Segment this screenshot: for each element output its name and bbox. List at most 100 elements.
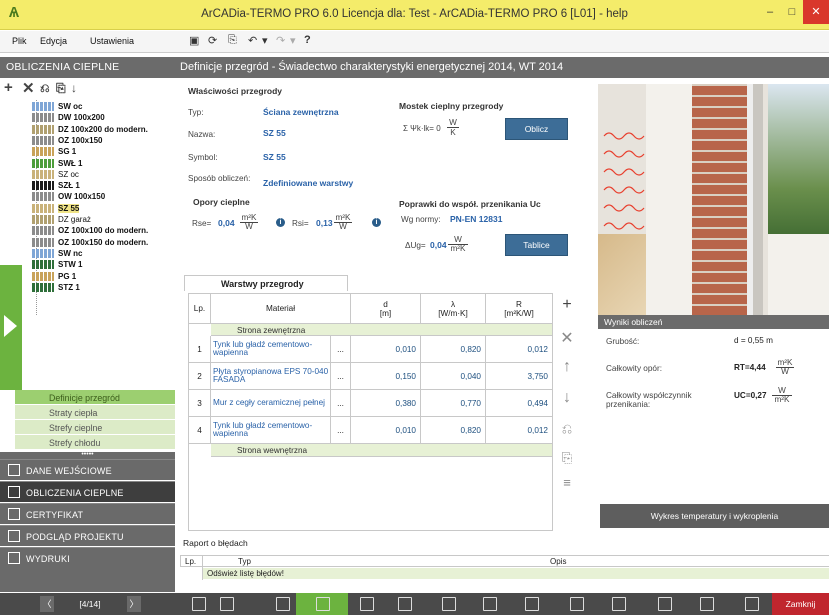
table-row[interactable]: 3 Mur z cegły ceramicznej pełnej... 0,380 0… [189, 390, 552, 417]
more-button[interactable]: ... [331, 363, 351, 389]
tables-button[interactable]: Tablice [505, 234, 568, 256]
prev-page-button[interactable]: 〈 [40, 596, 54, 612]
more-button[interactable]: ... [331, 417, 351, 443]
tree-item[interactable]: SW oc [32, 101, 82, 112]
tree-item[interactable]: OW 100x150 [32, 191, 105, 202]
menu-plik[interactable]: Plik [12, 36, 27, 46]
copy-layer-icon[interactable]: ⎌ [559, 421, 575, 437]
tree-item[interactable]: PG 1 [32, 271, 76, 282]
tree-item[interactable]: SZŁ 1 [32, 180, 80, 191]
floor-icon [32, 147, 54, 157]
preview-icon[interactable] [658, 597, 672, 611]
temperature-chart-button[interactable]: Wykres temperatury i wykroplenia [600, 504, 829, 528]
submenu-definicje-przegrod[interactable]: Definicje przegród [15, 390, 175, 405]
table-icon[interactable] [442, 597, 456, 611]
undo-icon[interactable]: ↶ [248, 34, 257, 47]
list-icon[interactable] [570, 597, 584, 611]
table-row[interactable]: 4 Tynk lub gładź cementowo-wapienna... 0,0… [189, 417, 552, 444]
close-button[interactable]: Zamknij [772, 593, 829, 615]
delete-icon[interactable]: ✕ [22, 79, 35, 97]
next-page-button[interactable]: 〉 [127, 596, 141, 612]
table-row[interactable]: 2 Płyta styropianowa EPS 70-040 FASADA...… [189, 363, 552, 390]
info-icon[interactable]: i [372, 218, 381, 227]
preview-icon[interactable] [700, 597, 714, 611]
info-icon[interactable]: i [276, 218, 285, 227]
table-icon[interactable] [316, 597, 330, 611]
table-row[interactable]: 1 Tynk lub gładź cementowo-wapienna... 0,0… [189, 336, 552, 363]
tree-item[interactable]: STZ 1 [32, 282, 80, 293]
tree-item[interactable]: SW nc [32, 248, 82, 259]
cell-material[interactable]: Płyta styropianowa EPS 70-040 FASADA [211, 363, 331, 389]
list-icon[interactable] [483, 597, 497, 611]
remove-layer-icon[interactable]: ✕ [559, 328, 575, 348]
insert-layer-icon[interactable]: ≡ [559, 475, 575, 490]
tree-item[interactable]: OZ 100x150 [32, 135, 102, 146]
more-button[interactable]: ... [331, 336, 351, 362]
add-icon[interactable]: + [4, 79, 13, 96]
add-layer-icon[interactable]: + [559, 296, 575, 314]
import-icon[interactable] [276, 597, 290, 611]
more-button[interactable]: ... [331, 390, 351, 416]
tree-item[interactable]: DZ garaż [32, 214, 91, 225]
calculate-button[interactable]: Oblicz [505, 118, 568, 140]
move-down-icon[interactable]: ↓ [559, 389, 575, 407]
nav-wydruki[interactable]: WYDRUKI [0, 547, 175, 568]
delta-u-value[interactable]: 0,04 [430, 240, 447, 250]
printer-icon [8, 552, 20, 564]
tree-item[interactable]: OZ 100x100 do modern. [32, 225, 148, 236]
preview-icon[interactable] [612, 597, 626, 611]
save-icon[interactable]: ▣ [189, 34, 199, 47]
submenu-strefy-chlodu[interactable]: Strefy chłodu [15, 435, 175, 450]
cell-material[interactable]: Tynk lub gładź cementowo-wapienna [211, 336, 331, 362]
symbol-value[interactable]: SZ 55 [263, 152, 286, 162]
tab-warstwy-przegrody[interactable]: Warstwy przegrody [184, 275, 348, 291]
method-value[interactable]: Zdefiniowane warstwy [263, 178, 353, 188]
norm-label: Wg normy: [401, 215, 441, 224]
paste-icon[interactable]: ⎘ [56, 81, 66, 96]
menu-edycja[interactable]: Edycja [40, 36, 67, 46]
tree-item[interactable]: DW 100x200 [32, 112, 105, 123]
menu-ustawienia[interactable]: Ustawienia [90, 36, 134, 46]
type-value[interactable]: Ściana zewnętrzna [263, 107, 339, 117]
tree-item[interactable]: STW 1 [32, 259, 82, 270]
tree-item[interactable]: SG 1 [32, 146, 76, 157]
norm-value[interactable]: PN-EN 12831 [450, 214, 502, 224]
sort-icon[interactable]: ↓ [71, 81, 77, 95]
maximize-button[interactable]: □ [781, 2, 803, 22]
undo-dropdown-icon[interactable]: ▾ [262, 34, 268, 47]
help-icon[interactable]: ? [304, 34, 311, 46]
paste-layer-icon[interactable]: ⎘ [559, 450, 575, 466]
tree-item-label: DZ garaż [58, 215, 91, 224]
cell-material[interactable]: Tynk lub gładź cementowo-wapienna [211, 417, 331, 443]
list-icon[interactable] [525, 597, 539, 611]
table-icon[interactable] [398, 597, 412, 611]
tree-item[interactable]: SZ 55 [32, 203, 80, 214]
rsi-value[interactable]: 0,13 [316, 218, 333, 228]
nav-podglad-projektu[interactable]: PODGLĄD PROJEKTU [0, 525, 175, 546]
close-window-button[interactable]: ✕ [803, 0, 829, 24]
move-up-icon[interactable]: ↑ [559, 358, 575, 376]
tree-item[interactable]: OZ 100x150 do modern. [32, 237, 148, 248]
refresh-icon[interactable]: ⟳ [208, 34, 217, 47]
submenu-strefy-cieplne[interactable]: Strefy cieplne [15, 420, 175, 435]
cell-material[interactable]: Mur z cegły ceramicznej pełnej [211, 390, 331, 416]
rse-value[interactable]: 0,04 [218, 218, 235, 228]
import-icon[interactable] [192, 597, 206, 611]
expand-panel-handle[interactable] [0, 265, 22, 390]
tree-item[interactable]: SZ oc [32, 169, 79, 180]
nav-obliczenia-cieplne[interactable]: OBLICZENIA CIEPLNE [0, 481, 175, 502]
tree-item[interactable]: SWŁ 1 [32, 158, 82, 169]
import-icon[interactable] [220, 597, 234, 611]
printer-icon[interactable] [745, 597, 759, 611]
nav-certyfikat[interactable]: CERTYFIKAT [0, 503, 175, 524]
refresh-errors-link[interactable]: Odśwież listę błędów! [203, 568, 829, 579]
preview-icon[interactable]: ⎘ [228, 34, 237, 47]
copy-icon[interactable]: ⎌ [40, 81, 50, 96]
tree-item[interactable]: DZ 100x200 do modern. [32, 124, 148, 135]
table-icon[interactable] [360, 597, 374, 611]
name-value[interactable]: SZ 55 [263, 128, 286, 138]
minimize-button[interactable]: – [759, 2, 781, 22]
submenu-straty-ciepla[interactable]: Straty ciepła [15, 405, 175, 420]
nav-dane-wejsciowe[interactable]: DANE WEJŚCIOWE [0, 459, 175, 480]
resize-grip[interactable]: ••••• [0, 451, 175, 459]
